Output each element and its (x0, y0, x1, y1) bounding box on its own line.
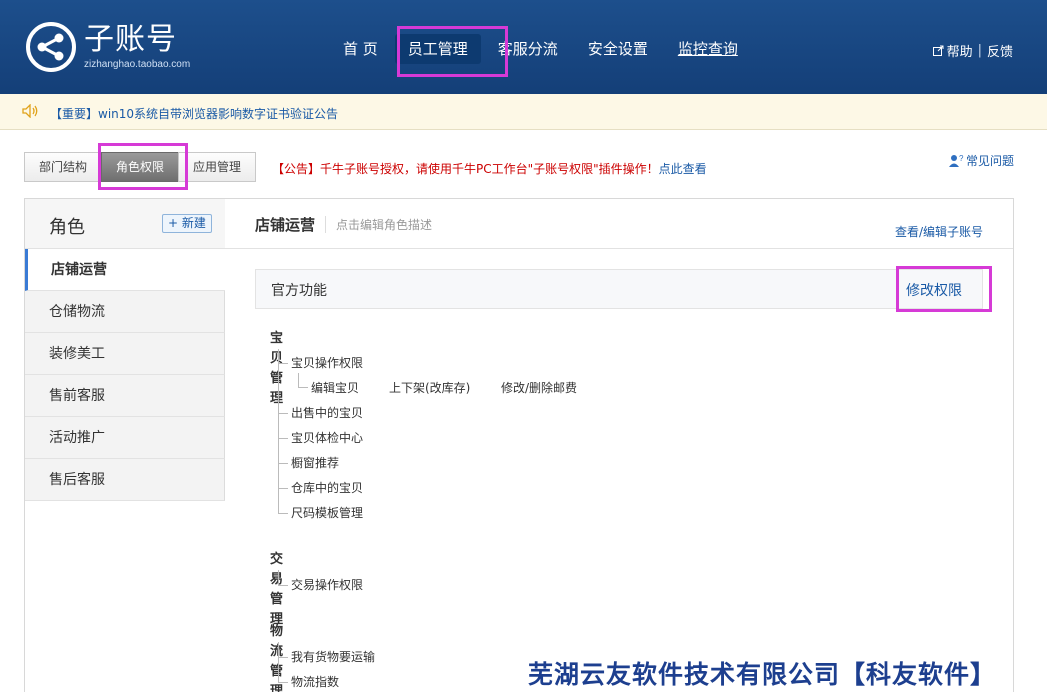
tab-app-management[interactable]: 应用管理 (178, 152, 257, 182)
help-link[interactable]: 帮助 (947, 41, 973, 60)
view-edit-subaccounts-link[interactable]: 查看/编辑子账号 (895, 223, 983, 240)
role-detail-header: 店铺运营 点击编辑角色描述 查看/编辑子账号 (225, 199, 1013, 249)
logo[interactable]: 子账号 zizhanghao.taobao.com (26, 22, 190, 72)
tree-node: 仓库中的宝贝 (291, 481, 364, 495)
highlight-box-nav (397, 26, 508, 77)
highlight-box-tab (98, 143, 188, 190)
role-item-store-operations[interactable]: 店铺运营 (25, 249, 225, 291)
faq-label: 常见问题 (965, 154, 1014, 168)
header-separator: | (977, 43, 982, 58)
share-logo-icon (26, 22, 76, 72)
tree-node: 尺码模板管理 (291, 506, 364, 520)
announcement-link[interactable]: 点此查看 (659, 162, 707, 176)
announcement-text: 【公告】千牛子账号授权，请使用千牛PC工作台"子账号权限"插件操作！ (272, 162, 659, 176)
logo-subtitle: zizhanghao.taobao.com (84, 59, 191, 70)
role-item-promotion[interactable]: 活动推广 (25, 417, 225, 459)
header-links: 帮助 | 反馈 (932, 41, 1013, 60)
tree-node: 橱窗推荐 (291, 456, 340, 470)
role-item-warehouse-logistics[interactable]: 仓储物流 (25, 291, 225, 333)
faq-link[interactable]: ? 常见问题 (948, 152, 1014, 169)
group-title: 物流管理 (270, 624, 284, 692)
svg-text:?: ? (959, 154, 964, 163)
role-sidebar: 角色 + 新建 店铺运营 仓储物流 装修美工 售前客服 活动推广 售后客服 (25, 199, 225, 692)
notice-bar: 【重要】win10系统自带浏览器影响数字证书验证公告 (0, 94, 1047, 130)
group-title: 交易管理 (270, 552, 284, 627)
sidebar-title: 角色 (49, 217, 85, 238)
top-header: 子账号 zizhanghao.taobao.com 首 页 员工管理 客服分流 … (0, 0, 1047, 94)
main-nav: 首 页 员工管理 客服分流 安全设置 监控查询 (330, 34, 755, 64)
tree-node: 宝贝操作权限 (291, 356, 364, 370)
role-name: 店铺运营 (255, 216, 316, 234)
logo-title: 子账号 (84, 22, 177, 57)
nav-home[interactable]: 首 页 (330, 34, 391, 64)
role-item-aftersales-service[interactable]: 售后客服 (25, 459, 225, 501)
role-description[interactable]: 点击编辑角色描述 (325, 216, 432, 233)
tree-node: 上下架(改库存) (389, 381, 471, 395)
tree-node: 物流指数 (291, 675, 340, 689)
feedback-link[interactable]: 反馈 (987, 41, 1013, 60)
external-link-icon (932, 45, 944, 56)
announcement: 【公告】千牛子账号授权，请使用千牛PC工作台"子账号权限"插件操作！点此查看 (272, 160, 707, 177)
company-watermark: 芜湖云友软件技术有限公司【科友软件】 (528, 660, 997, 689)
tree-node: 出售中的宝贝 (291, 406, 364, 420)
role-detail: 店铺运营 点击编辑角色描述 查看/编辑子账号 官方功能 修改权限 宝贝管理 宝贝… (225, 199, 1013, 692)
tree-node: 编辑宝贝 (311, 381, 360, 395)
tree-node: 修改/删除邮费 (501, 381, 578, 395)
official-functions-bar: 官方功能 修改权限 (255, 269, 983, 309)
nav-security-settings[interactable]: 安全设置 (575, 34, 661, 64)
highlight-box-modify (896, 266, 992, 312)
role-item-decoration-design[interactable]: 装修美工 (25, 333, 225, 375)
sidebar-header: 角色 + 新建 (25, 199, 225, 249)
tree-node: 宝贝体检中心 (291, 431, 364, 445)
new-role-button[interactable]: + 新建 (162, 214, 212, 233)
tab-department-structure[interactable]: 部门结构 (24, 152, 103, 182)
notice-link[interactable]: 【重要】win10系统自带浏览器影响数字证书验证公告 (50, 105, 338, 122)
user-question-icon: ? (948, 154, 964, 167)
main-panel: 角色 + 新建 店铺运营 仓储物流 装修美工 售前客服 活动推广 售后客服 店铺… (24, 198, 1014, 692)
tree-node: 交易操作权限 (291, 578, 364, 592)
tree-node: 我有货物要运输 (291, 650, 376, 664)
role-item-presales-service[interactable]: 售前客服 (25, 375, 225, 417)
nav-monitor-query[interactable]: 监控查询 (665, 34, 751, 64)
official-functions-title: 官方功能 (271, 283, 327, 299)
speaker-icon (22, 104, 38, 118)
group-title: 宝贝管理 (270, 331, 284, 406)
